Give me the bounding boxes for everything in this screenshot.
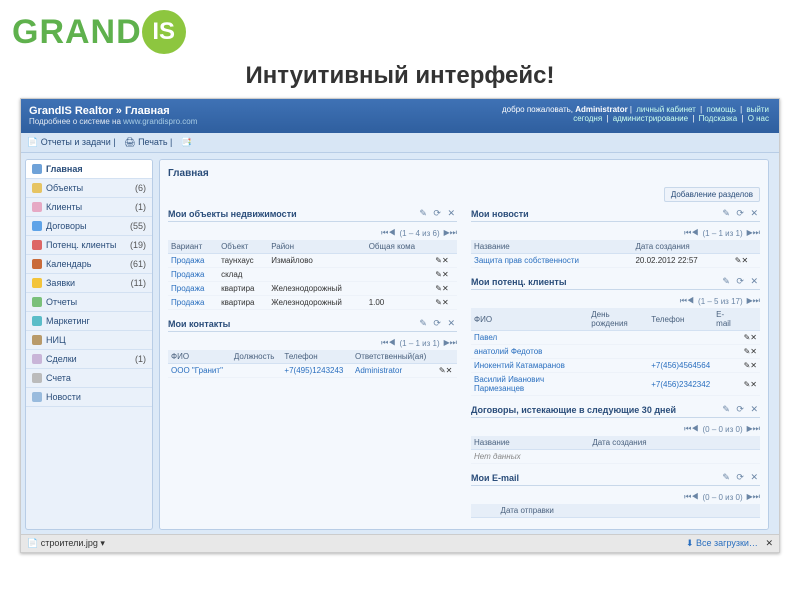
about-link[interactable]: О нас bbox=[748, 114, 769, 123]
sidebar-item-nic[interactable]: НИЦ bbox=[26, 331, 152, 350]
table-row: ПродажаквартираЖелезнодорожный✎✕ bbox=[168, 282, 457, 296]
row-actions-icon[interactable]: ✎✕ bbox=[741, 373, 760, 396]
toolbar: 📄 Отчеты и задачи | 🖨 Печать | 📑 bbox=[21, 133, 779, 153]
table-row: Защита прав собственности20.02.2012 22:5… bbox=[471, 254, 760, 268]
sidebar-item-reports[interactable]: Отчеты bbox=[26, 293, 152, 312]
row-actions-icon[interactable]: ✎✕ bbox=[432, 296, 457, 310]
table-row: Продажасклад✎✕ bbox=[168, 268, 457, 282]
logo: GRANDIS bbox=[0, 0, 800, 56]
row-actions-icon[interactable]: ✎✕ bbox=[741, 331, 760, 345]
sidebar-item-leads[interactable]: Потенц. клиенты(19) bbox=[26, 236, 152, 255]
panel-my-news: Мои новости✎ ⟳ ✕ ⏮◀(1 – 1 из 1)▶⏭ Назван… bbox=[471, 208, 760, 268]
pager[interactable]: ⏮◀(0 – 0 из 0)▶⏭ bbox=[471, 422, 760, 436]
download-bar: 📄 строители.jpg ▾ ⬇ Все загрузки… ✕ bbox=[21, 534, 779, 552]
sidebar-item-news[interactable]: Новости bbox=[26, 388, 152, 407]
table-row: ПродажатаунхаусИзмайлово✎✕ bbox=[168, 254, 457, 268]
pager[interactable]: ⏮◀(1 – 1 из 1)▶⏭ bbox=[168, 336, 457, 350]
vendor-link[interactable]: www.grandispro.com bbox=[123, 117, 197, 126]
sidebar-item-clients[interactable]: Клиенты(1) bbox=[26, 198, 152, 217]
help-link[interactable]: помощь bbox=[706, 105, 735, 114]
all-downloads-link[interactable]: ⬇ Все загрузки… bbox=[686, 538, 758, 548]
pager[interactable]: ⏮◀(1 – 1 из 1)▶⏭ bbox=[471, 226, 760, 240]
panel-tools[interactable]: ✎ ⟳ ✕ bbox=[722, 472, 760, 483]
table-row: Инокентий Катамаранов+7(456)4564564✎✕ bbox=[471, 359, 760, 373]
admin-link[interactable]: администрирование bbox=[613, 114, 688, 123]
panel-tools[interactable]: ✎ ⟳ ✕ bbox=[419, 318, 457, 329]
sidebar-item-objects[interactable]: Объекты(6) bbox=[26, 179, 152, 198]
panel-tools[interactable]: ✎ ⟳ ✕ bbox=[722, 276, 760, 287]
panel-tools[interactable]: ✎ ⟳ ✕ bbox=[419, 208, 457, 219]
sidebar-item-deals[interactable]: Сделки(1) bbox=[26, 350, 152, 369]
sidebar-item-home[interactable]: Главная bbox=[26, 160, 152, 179]
row-actions-icon[interactable]: ✎✕ bbox=[432, 282, 457, 296]
breadcrumb: Главная bbox=[168, 166, 760, 187]
pager[interactable]: ⏮◀(0 – 0 из 0)▶⏭ bbox=[471, 490, 760, 504]
row-actions-icon[interactable]: ✎✕ bbox=[741, 345, 760, 359]
table-row: Павел✎✕ bbox=[471, 331, 760, 345]
logout-link[interactable]: выйти bbox=[746, 105, 769, 114]
app-screenshot: GrandIS Realtor » Главная Подробнее о си… bbox=[20, 98, 780, 553]
download-chip[interactable]: 📄 строители.jpg ▾ bbox=[27, 538, 105, 549]
sidebar-item-requests[interactable]: Заявки(11) bbox=[26, 274, 152, 293]
leads-table: ФИОДень рожденияТелефонE-mail Павел✎✕ ан… bbox=[471, 308, 760, 396]
table-row: анатолий Федотов✎✕ bbox=[471, 345, 760, 359]
table-row: Василий Иванович Пармезанцев+7(456)23423… bbox=[471, 373, 760, 396]
slogan: Интуитивный интерфейс! bbox=[0, 56, 800, 98]
table-row: ПродажаквартираЖелезнодорожный1.00✎✕ bbox=[168, 296, 457, 310]
row-actions-icon[interactable]: ✎✕ bbox=[432, 268, 457, 282]
reports-tasks-button[interactable]: 📄 Отчеты и задачи | bbox=[27, 137, 116, 148]
news-table: НазваниеДата создания Защита прав собств… bbox=[471, 240, 760, 268]
panel-tools[interactable]: ✎ ⟳ ✕ bbox=[722, 208, 760, 219]
close-icon[interactable]: ✕ bbox=[765, 538, 773, 548]
topbar-right: добро пожаловать, Administrator | личный… bbox=[502, 105, 771, 123]
panel-my-objects: Мои объекты недвижимости✎ ⟳ ✕ ⏮◀(1 – 4 и… bbox=[168, 208, 457, 310]
hint-link[interactable]: Подсказка bbox=[699, 114, 738, 123]
row-actions-icon[interactable]: ✎✕ bbox=[732, 254, 760, 268]
sidebar-item-marketing[interactable]: Маркетинг bbox=[26, 312, 152, 331]
row-actions-icon[interactable]: ✎✕ bbox=[741, 359, 760, 373]
table-row: ООО "Гранит"+7(495)1243243Administrator✎… bbox=[168, 364, 457, 378]
contacts-table: ФИОДолжностьТелефонОтветственный(ая) ООО… bbox=[168, 350, 457, 378]
panel-my-leads: Мои потенц. клиенты✎ ⟳ ✕ ⏮◀(1 – 5 из 17)… bbox=[471, 276, 760, 396]
panel-my-contacts: Мои контакты✎ ⟳ ✕ ⏮◀(1 – 1 из 1)▶⏭ ФИОДо… bbox=[168, 318, 457, 378]
panel-expiring-contracts: Договоры, истекающие в следующие 30 дней… bbox=[471, 404, 760, 464]
panel-my-email: Мои E-mail✎ ⟳ ✕ ⏮◀(0 – 0 из 0)▶⏭ Дата от… bbox=[471, 472, 760, 518]
objects-table: ВариантОбъектРайонОбщая кома Продажатаун… bbox=[168, 240, 457, 310]
pager[interactable]: ⏮◀(1 – 5 из 17)▶⏭ bbox=[471, 294, 760, 308]
row-actions-icon[interactable]: ✎✕ bbox=[436, 364, 457, 378]
row-actions-icon[interactable]: ✎✕ bbox=[432, 254, 457, 268]
print-button[interactable]: 🖨 Печать | bbox=[124, 137, 172, 148]
current-user: Administrator bbox=[575, 105, 627, 114]
today-link[interactable]: сегодня bbox=[573, 114, 602, 123]
topbar: GrandIS Realtor » Главная Подробнее о си… bbox=[21, 99, 779, 133]
add-sections-button[interactable]: Добавление разделов bbox=[664, 187, 760, 202]
toolbar-extra-icon[interactable]: 📑 bbox=[181, 137, 192, 148]
personal-cabinet-link[interactable]: личный кабинет bbox=[636, 105, 696, 114]
sidebar-item-accounts[interactable]: Счета bbox=[26, 369, 152, 388]
panel-tools[interactable]: ✎ ⟳ ✕ bbox=[722, 404, 760, 415]
main-content: Главная Добавление разделов Мои объекты … bbox=[159, 159, 769, 530]
sidebar-item-contracts[interactable]: Договоры(55) bbox=[26, 217, 152, 236]
logo-is: IS bbox=[142, 10, 186, 54]
sidebar: Главная Объекты(6) Клиенты(1) Договоры(5… bbox=[25, 159, 153, 530]
pager[interactable]: ⏮◀(1 – 4 из 6)▶⏭ bbox=[168, 226, 457, 240]
logo-grand: GRAND bbox=[12, 13, 142, 52]
sidebar-item-calendar[interactable]: Календарь(61) bbox=[26, 255, 152, 274]
